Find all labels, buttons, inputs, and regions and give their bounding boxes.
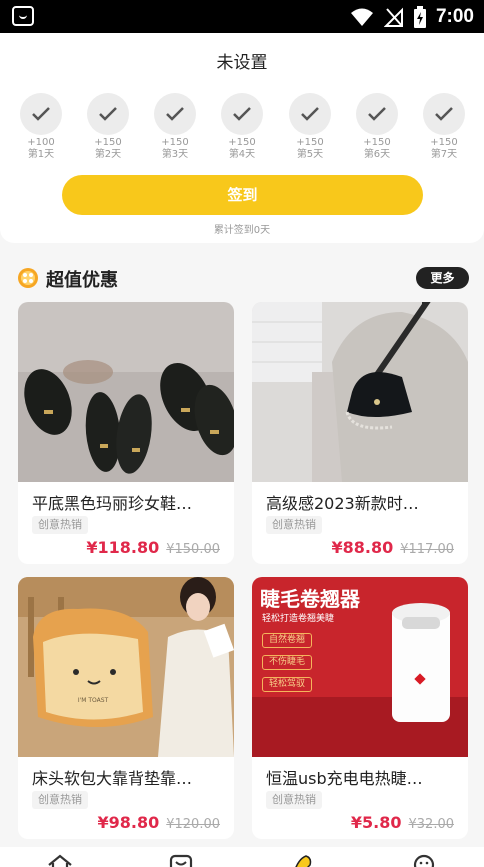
product-tag: 创意热销 xyxy=(266,791,322,809)
day-points: +150 xyxy=(94,137,122,148)
sign-in-button[interactable]: 签到 xyxy=(62,175,423,215)
shop-icon[interactable] xyxy=(167,853,195,867)
clock: 7:00 xyxy=(435,5,474,27)
day-points: +150 xyxy=(430,137,458,148)
product-tag: 创意热销 xyxy=(32,516,88,534)
home-icon[interactable] xyxy=(46,853,74,867)
day-label: 第7天 xyxy=(430,149,458,160)
day-label: 第2天 xyxy=(94,149,122,160)
checkin-day[interactable]: +150 第3天 xyxy=(150,93,200,161)
battery-icon xyxy=(413,5,426,28)
product-old-price: ¥120.00 xyxy=(166,817,220,832)
checkin-status: 未设置 xyxy=(216,53,268,73)
product-card[interactable]: 平底黑色玛丽珍女鞋… 创意热销 ¥118.80 ¥150.00 xyxy=(18,302,234,564)
day-label: 第6天 xyxy=(363,149,391,160)
product-old-price: ¥150.00 xyxy=(166,542,220,557)
product-tag: 创意热销 xyxy=(32,791,88,809)
day-points: +150 xyxy=(296,137,324,148)
day-label: 第5天 xyxy=(296,149,324,160)
product-name: 平底黑色玛丽珍女鞋… xyxy=(32,494,193,513)
day-points: +100 xyxy=(27,137,55,148)
profile-icon[interactable] xyxy=(410,853,438,867)
check-icon xyxy=(301,107,319,121)
wifi-icon xyxy=(350,8,373,26)
checkin-day[interactable]: +150 第2天 xyxy=(83,93,133,161)
day-label: 第1天 xyxy=(27,149,55,160)
product-name: 恒温usb充电电热睫… xyxy=(266,769,423,788)
check-icon xyxy=(166,107,184,121)
product-image[interactable] xyxy=(18,302,234,482)
checkin-day[interactable]: +150 第4天 xyxy=(217,93,267,161)
product-price: ¥118.80 xyxy=(86,538,160,557)
curler-illustration xyxy=(252,603,468,757)
more-button[interactable]: 更多 xyxy=(416,267,469,289)
app-notification-icon xyxy=(12,6,34,26)
day-points: +150 xyxy=(161,137,189,148)
product-name: 床头软包大靠背垫靠… xyxy=(32,769,193,788)
product-card[interactable]: 睫毛卷翘器 轻松打造卷翘美睫 自然卷翘 不伤睫毛 轻松驾驭 恒温usb充电电热睫… xyxy=(252,577,468,839)
product-old-price: ¥117.00 xyxy=(400,542,454,557)
checkin-panel: 未设置 +100 第1天 +150 第2天 +150 第3天 +150 第4天 … xyxy=(0,33,484,243)
product-image[interactable] xyxy=(252,302,468,482)
day-points: +150 xyxy=(228,137,256,148)
product-tag: 创意热销 xyxy=(266,516,322,534)
checkin-day[interactable]: +150 第6天 xyxy=(352,93,402,161)
check-icon xyxy=(435,107,453,121)
product-card[interactable]: 高级感2023新款时… 创意热销 ¥88.80 ¥117.00 xyxy=(252,302,468,564)
checkin-day[interactable]: +100 第1天 xyxy=(16,93,66,161)
product-name: 高级感2023新款时… xyxy=(266,494,419,513)
signal-icon xyxy=(383,7,403,27)
checkin-day[interactable]: +150 第5天 xyxy=(285,93,335,161)
product-image[interactable]: I'M TOAST xyxy=(18,577,234,757)
product-old-price: ¥32.00 xyxy=(408,817,455,832)
deal-badge-icon xyxy=(18,268,38,288)
day-label: 第3天 xyxy=(161,149,189,160)
bottom-nav xyxy=(0,847,484,867)
section-title: 超值优惠 xyxy=(46,270,118,291)
check-icon xyxy=(32,107,50,121)
checkin-summary: 累计签到0天 xyxy=(213,225,271,236)
check-icon xyxy=(368,107,386,121)
pillow-text: I'M TOAST xyxy=(78,697,109,704)
product-price: ¥5.80 xyxy=(350,813,402,832)
product-price: ¥98.80 xyxy=(97,813,160,832)
checkin-icon[interactable] xyxy=(288,853,316,867)
day-points: +150 xyxy=(363,137,391,148)
checkin-day[interactable]: +150 第7天 xyxy=(419,93,469,161)
day-label: 第4天 xyxy=(228,149,256,160)
product-price: ¥88.80 xyxy=(331,538,394,557)
checkin-days: +100 第1天 +150 第2天 +150 第3天 +150 第4天 +150… xyxy=(0,93,484,163)
check-icon xyxy=(99,107,117,121)
deals-header: 超值优惠 更多 xyxy=(17,264,469,292)
product-image[interactable]: 睫毛卷翘器 轻松打造卷翘美睫 自然卷翘 不伤睫毛 轻松驾驭 xyxy=(252,577,468,757)
status-bar: 7:00 xyxy=(0,0,484,33)
product-card[interactable]: I'M TOAST 床头软包大靠背垫靠… 创意热销 ¥98.80 ¥120.00 xyxy=(18,577,234,839)
check-icon xyxy=(233,107,251,121)
